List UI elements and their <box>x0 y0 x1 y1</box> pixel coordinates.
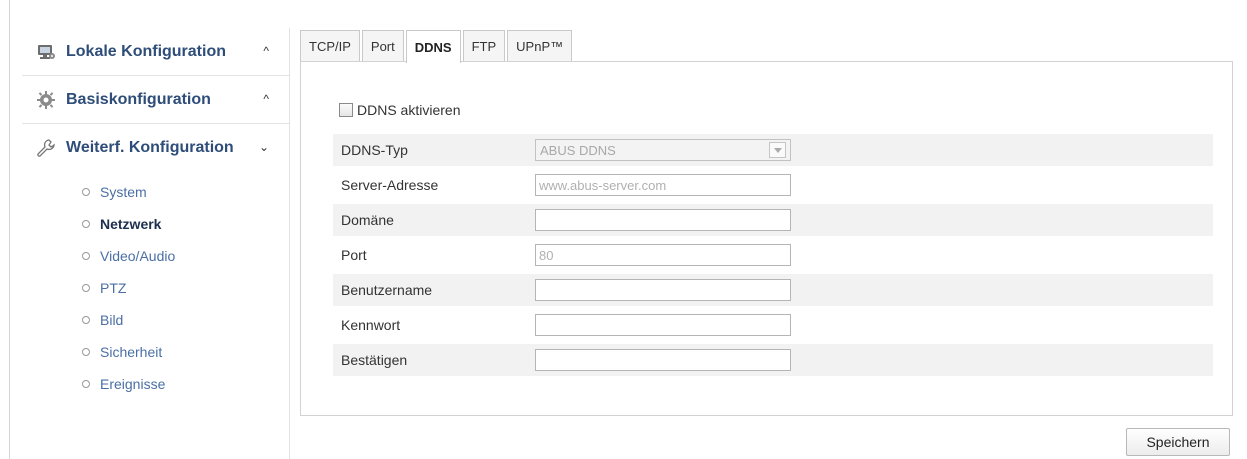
port-input[interactable] <box>535 244 791 266</box>
tab-port[interactable]: Port <box>361 30 404 62</box>
monitor-settings-icon <box>36 42 56 62</box>
row-confirm: Bestätigen <box>333 344 1213 376</box>
tab-tcpip[interactable]: TCP/IP <box>300 30 360 62</box>
section-label: Weiterf. Konfiguration <box>66 139 234 156</box>
domain-input[interactable] <box>535 209 791 231</box>
password-label: Kennwort <box>341 317 401 333</box>
chevron-up-icon[interactable]: ^ <box>263 44 269 58</box>
server-address-input[interactable] <box>535 174 791 196</box>
sidebar-item-system[interactable]: System <box>82 176 289 208</box>
section-basic-config[interactable]: Basiskonfiguration ^ <box>22 76 289 124</box>
confirm-password-input[interactable] <box>535 349 791 371</box>
ddns-type-value: ABUS DDNS <box>540 142 616 158</box>
network-tabs: TCP/IP Port DDNS FTP UPnP™ <box>300 30 574 63</box>
ddns-type-select[interactable]: ABUS DDNS <box>535 139 791 161</box>
section-label: Lokale Konfiguration <box>66 42 226 60</box>
gear-icon <box>36 90 56 110</box>
sidebar-item-ptz[interactable]: PTZ <box>82 272 289 304</box>
bullet-icon <box>82 284 90 292</box>
section-advanced-config[interactable]: Weiterf. Konfiguration ⌄ <box>22 124 289 172</box>
row-password: Kennwort <box>333 309 1213 341</box>
ddns-enable-row: DDNS aktivieren <box>339 102 460 118</box>
bullet-icon <box>82 220 90 228</box>
ddns-enable-label: DDNS aktivieren <box>357 102 461 118</box>
ddns-panel: DDNS aktivieren DDNS-Typ ABUS DDNS Serve… <box>300 61 1233 416</box>
tab-ddns[interactable]: DDNS <box>405 30 461 63</box>
sub-menu: System Netzwerk Video/Audio PTZ Bild Sic… <box>22 176 289 400</box>
dropdown-arrow-icon[interactable] <box>769 142 786 158</box>
row-username: Benutzername <box>333 274 1213 306</box>
domain-label: Domäne <box>341 212 394 228</box>
sidebar-item-security[interactable]: Sicherheit <box>82 336 289 368</box>
server-address-label: Server-Adresse <box>341 177 439 193</box>
sidebar-item-label: Ereignisse <box>100 376 166 392</box>
password-input[interactable] <box>535 314 791 336</box>
tab-ftp[interactable]: FTP <box>462 30 506 62</box>
confirm-label: Bestätigen <box>341 352 408 368</box>
tab-upnp[interactable]: UPnP™ <box>507 30 573 62</box>
ddns-enable-checkbox[interactable] <box>339 103 353 117</box>
chevron-up-icon[interactable]: ^ <box>263 92 269 106</box>
row-domain: Domäne <box>333 204 1213 236</box>
sidebar-item-label: PTZ <box>100 280 127 296</box>
sidebar-item-image[interactable]: Bild <box>82 304 289 336</box>
port-label: Port <box>341 247 367 263</box>
sidebar-item-label: Video/Audio <box>100 248 176 264</box>
sidebar-item-label: Sicherheit <box>100 344 163 360</box>
username-label: Benutzername <box>341 282 433 298</box>
sidebar-item-label: Netzwerk <box>100 216 162 232</box>
bullet-icon <box>82 380 90 388</box>
section-label: Basiskonfiguration <box>66 90 211 108</box>
page-left-border <box>9 0 10 459</box>
sidebar-item-video-audio[interactable]: Video/Audio <box>82 240 289 272</box>
wrench-icon <box>36 138 56 158</box>
save-button[interactable]: Speichern <box>1126 428 1230 456</box>
username-input[interactable] <box>535 279 791 301</box>
sidebar-item-events[interactable]: Ereignisse <box>82 368 289 400</box>
row-ddns-type: DDNS-Typ ABUS DDNS <box>333 134 1213 166</box>
bullet-icon <box>82 188 90 196</box>
chevron-down-icon[interactable]: ⌄ <box>259 140 269 154</box>
bullet-icon <box>82 252 90 260</box>
sidebar: Lokale Konfiguration ^ Basiskonfiguratio… <box>22 28 290 459</box>
row-server-address: Server-Adresse <box>333 169 1213 201</box>
sidebar-item-label: System <box>100 184 147 200</box>
ddns-type-label: DDNS-Typ <box>341 142 408 158</box>
bullet-icon <box>82 316 90 324</box>
bullet-icon <box>82 348 90 356</box>
section-local-config[interactable]: Lokale Konfiguration ^ <box>22 28 289 76</box>
sidebar-item-network[interactable]: Netzwerk <box>82 208 289 240</box>
sidebar-item-label: Bild <box>100 312 124 328</box>
row-port: Port <box>333 239 1213 271</box>
